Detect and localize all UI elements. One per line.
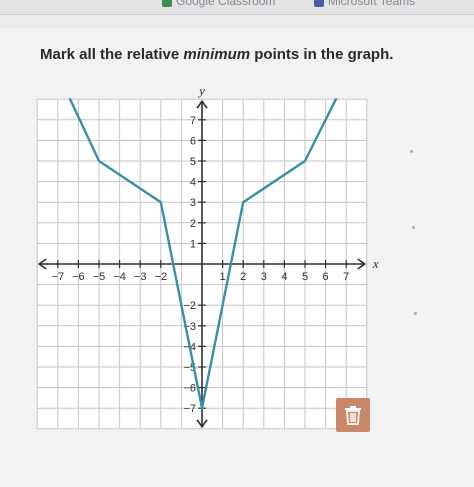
bookmarks-bar: Google Classroom Microsoft Teams (0, 0, 474, 15)
google-classroom-icon (162, 0, 172, 7)
coordinate-graph[interactable]: −7 −6 −5 −4 −3 −2 1 2 3 4 5 6 77654321−2−3−4−5−6−7xy (0, 80, 474, 440)
bookmark-label: Microsoft Teams (328, 0, 416, 8)
bookmark-label: Google Classroom (176, 0, 276, 8)
x-tick-label: 7 (343, 271, 349, 283)
x-tick-label: 4 (281, 271, 287, 283)
question-emphasis: minimum (183, 46, 251, 63)
y-tick-label: 5 (190, 156, 196, 168)
y-tick-label: 6 (190, 135, 196, 147)
x-tick-label: −5 (93, 271, 106, 283)
bookmark-teams[interactable]: Microsoft Teams (314, 0, 415, 8)
page-dot (410, 150, 413, 153)
y-tick-label: 3 (190, 197, 196, 209)
page-dot (414, 312, 417, 315)
teams-icon (314, 0, 324, 7)
y-tick-label: 1 (190, 238, 196, 250)
x-tick-label: 2 (240, 271, 246, 283)
y-tick-label: −6 (183, 383, 196, 395)
x-tick-label: 1 (220, 271, 226, 283)
question-suffix: points in the graph. (250, 46, 394, 63)
bookmark-google-classroom[interactable]: Google Classroom (162, 0, 275, 8)
x-tick-label: −2 (155, 271, 168, 283)
x-tick-label: 6 (323, 271, 329, 283)
x-tick-label: −6 (72, 271, 85, 283)
question-text: Mark all the relative minimum points in … (40, 46, 393, 63)
x-tick-label: −3 (134, 271, 147, 283)
y-tick-label: −2 (183, 300, 196, 312)
y-tick-label: 4 (190, 177, 196, 189)
x-tick-label: −7 (52, 271, 65, 283)
x-axis-label: x (372, 256, 379, 271)
delete-button[interactable] (336, 398, 370, 432)
y-axis-label: y (197, 83, 205, 98)
x-tick-label: −4 (113, 271, 126, 283)
page-dot (412, 226, 415, 229)
question-prefix: Mark all the relative (40, 46, 184, 63)
trash-icon (345, 406, 361, 425)
x-tick-label: 5 (302, 271, 308, 283)
y-tick-label: −7 (183, 403, 196, 415)
y-tick-label: 7 (190, 115, 196, 127)
y-tick-label: 2 (190, 218, 196, 230)
x-tick-label: 3 (261, 271, 267, 283)
